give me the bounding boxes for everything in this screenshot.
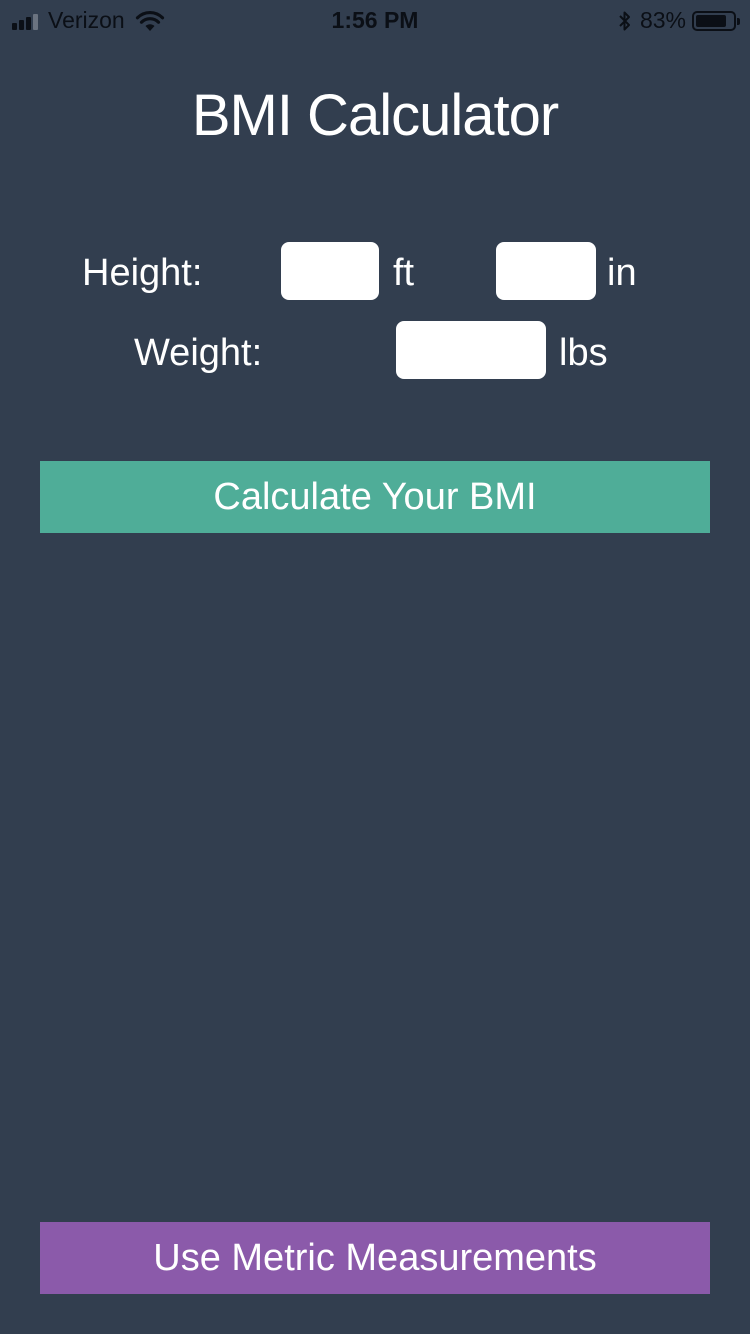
battery-icon xyxy=(692,10,740,31)
battery-fill xyxy=(696,14,726,27)
weight-unit-label: lbs xyxy=(559,332,608,374)
weight-label: Weight: xyxy=(134,332,263,374)
status-right: 83% xyxy=(618,7,740,34)
height-label: Height: xyxy=(82,252,203,294)
page-title: BMI Calculator xyxy=(191,83,559,148)
height-inches-input[interactable] xyxy=(496,242,596,300)
calculate-bmi-button[interactable]: Calculate Your BMI xyxy=(40,461,710,533)
bluetooth-icon xyxy=(619,11,630,30)
weight-input[interactable] xyxy=(396,321,546,379)
use-metric-button[interactable]: Use Metric Measurements xyxy=(40,1222,710,1294)
battery-cap xyxy=(737,17,740,25)
status-bar: Verizon 1:56 PM 83% xyxy=(0,0,750,40)
battery-percent: 83% xyxy=(639,7,686,33)
inches-unit-label: in xyxy=(607,252,637,294)
height-feet-input[interactable] xyxy=(281,242,379,300)
feet-unit-label: ft xyxy=(393,252,415,294)
